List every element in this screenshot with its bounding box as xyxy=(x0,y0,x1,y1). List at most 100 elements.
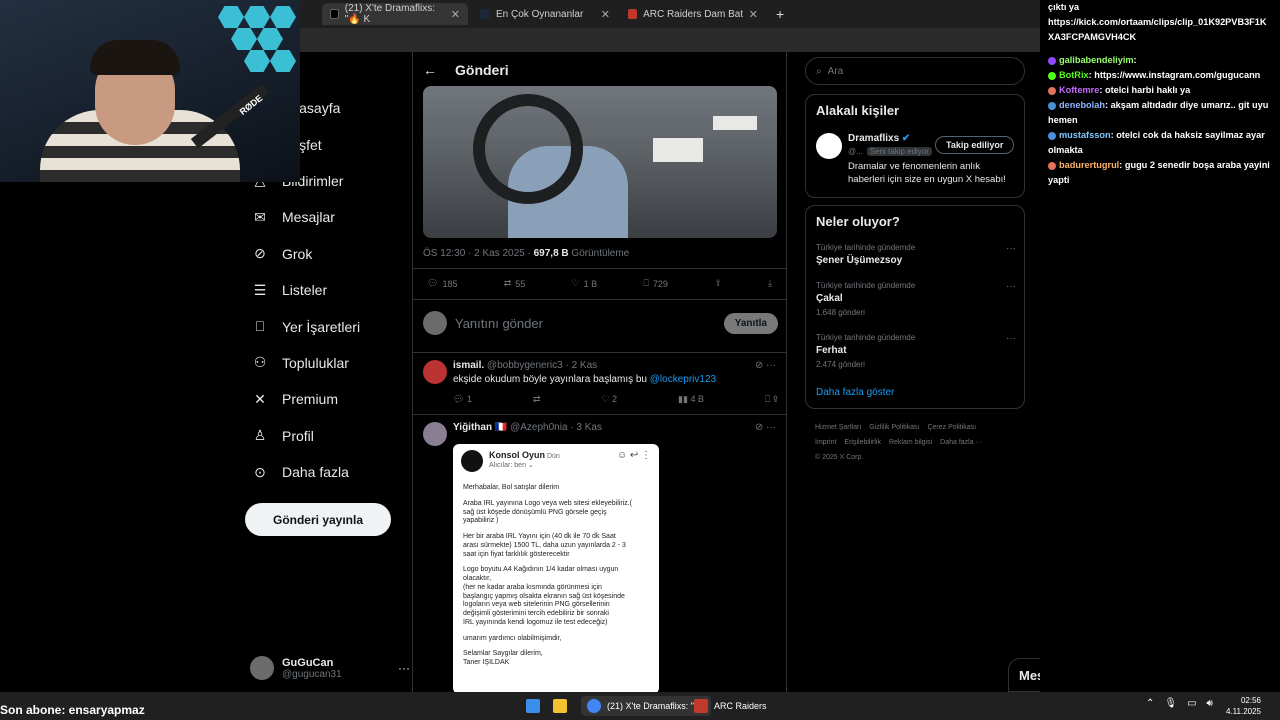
chat-text: çıktı ya xyxy=(1048,2,1080,12)
back-arrow-icon[interactable]: ← xyxy=(423,62,437,78)
streamer-hair xyxy=(90,40,180,75)
close-tab-icon[interactable]: ✕ xyxy=(451,8,460,21)
card-title: Alakalı kişiler xyxy=(816,103,900,118)
following-button[interactable]: Takip ediliyor xyxy=(935,136,1015,154)
start-button[interactable] xyxy=(526,696,540,716)
clock[interactable]: 02:56 4.11.2025 xyxy=(1226,695,1261,717)
reply-menu[interactable]: ⊘ ··· xyxy=(755,422,776,433)
chat-message: https://kick.com/ortaam/clips/clip_01K92… xyxy=(1048,15,1272,45)
like-count: 1 B xyxy=(583,278,598,289)
email-paragraph: umarım yardımcı olabilmişimdir, xyxy=(463,634,562,642)
search-input[interactable]: ⌕ Ara xyxy=(805,57,1025,85)
nav-item-communities[interactable]: ⚇ Topluluklar xyxy=(240,345,410,381)
taskbar-app-chrome[interactable]: (21) X'te Dramaflixs: "🔥 xyxy=(581,696,712,716)
tab-en-cok-oynananlar[interactable]: En Çok Oynananlar ✕ xyxy=(472,3,618,25)
nav-label: Profil xyxy=(282,427,314,444)
chevron-up-icon[interactable]: ⌃ xyxy=(1146,698,1154,709)
windows-icon xyxy=(526,699,540,713)
repost-button[interactable]: ⇄ 55 xyxy=(504,278,526,289)
trend-posts: 1.648 gönderi xyxy=(816,308,865,317)
footer-link[interactable]: Daha fazla ··· xyxy=(940,439,982,446)
close-tab-icon[interactable]: ✕ xyxy=(601,8,610,21)
views-button[interactable]: ▮▮ 4 B xyxy=(678,394,704,405)
show-more-link[interactable]: Daha fazla göster xyxy=(816,387,894,398)
close-tab-icon[interactable]: ✕ xyxy=(749,8,758,21)
x-logo-icon: ✕ xyxy=(254,390,266,407)
repost-button[interactable]: ⇄ xyxy=(533,394,541,405)
follows-you-badge: Seni takip ediyor xyxy=(866,147,932,156)
trends-card: Neler oluyor? Türkiye tarihinde gündemde… xyxy=(805,205,1025,409)
post-button[interactable]: Gönderi yayınla xyxy=(245,503,391,536)
more-icon[interactable]: ··· xyxy=(398,661,410,675)
avatar xyxy=(423,311,447,335)
tab-dramaflixs[interactable]: (21) X'te Dramaflixs: "🔥 K ✕ xyxy=(322,3,468,25)
footer-links: Hizmet Şartları Gizlilik Politikası Çerez … xyxy=(815,420,1020,465)
trend-item[interactable]: Türkiye tarihinde gündemde Çakal 1.648 g… xyxy=(816,281,1016,317)
reply-handle: @bobbygeneric3 · 2 Kas xyxy=(486,360,598,371)
mention-link[interactable]: @lockepriv123 xyxy=(650,374,716,385)
file-explorer-button[interactable] xyxy=(553,696,567,716)
nav-item-grok[interactable]: ⊘ Grok xyxy=(240,236,410,272)
nav-item-lists[interactable]: ☰ Listeler xyxy=(240,272,410,308)
hex-light xyxy=(270,6,296,28)
badge-icon xyxy=(1048,101,1056,110)
trend-item[interactable]: Türkiye tarihinde gündemde Şener Üşümezs… xyxy=(816,243,1016,266)
chat-user: badurertugrul xyxy=(1059,160,1120,170)
date: 4.11.2025 xyxy=(1226,707,1261,716)
reply-body: ekşide okudum böyle yayınlara başlamış b… xyxy=(453,374,650,385)
system-tray[interactable]: ⌃ 🎙︎ ▭ 🔊︎ xyxy=(1146,698,1213,709)
footer-link[interactable]: Gizlilik Politikası xyxy=(869,424,919,431)
nav-item-more[interactable]: ⊙ Daha fazla xyxy=(240,454,410,490)
post-video[interactable] xyxy=(423,86,777,238)
new-tab-button[interactable]: + xyxy=(768,3,788,25)
reply-header: Yiğithan 🇫🇷 @Azeph0nia · 3 Kas xyxy=(453,422,602,433)
reply-input[interactable]: Yanıtını gönder xyxy=(455,316,543,331)
video-scene xyxy=(473,94,583,204)
reply-author[interactable]: ismail. xyxy=(453,360,484,371)
like-button[interactable]: ♡ 1 B xyxy=(572,278,598,289)
avatar[interactable] xyxy=(816,133,842,159)
footer-link[interactable]: Çerez Politikası xyxy=(927,424,976,431)
trend-item[interactable]: Türkiye tarihinde gündemde Ferhat 2.474 … xyxy=(816,333,1016,369)
reply-button[interactable]: 💬︎ 185 xyxy=(427,278,457,289)
reply-text: ekşide okudum böyle yayınlara başlamış b… xyxy=(453,374,716,385)
post-detail-column: ← Gönderi ÖS 12:30 · 2 Kas 2025 · 697,8 … xyxy=(412,52,787,692)
taskbar-app-label: (21) X'te Dramaflixs: "🔥 xyxy=(607,700,706,711)
nav-item-messages[interactable]: ✉ Mesajlar xyxy=(240,199,410,235)
like-button[interactable]: ♡ 2 xyxy=(601,394,617,405)
bookmark-button[interactable]: ⎕ ⇪ xyxy=(765,394,778,405)
x-favicon-icon xyxy=(330,9,339,19)
reply-button[interactable]: 💬︎ 1 xyxy=(453,394,472,405)
nav-item-bookmarks[interactable]: ⎕ Yer İşaretleri xyxy=(240,308,410,344)
reply-author[interactable]: Yiğithan 🇫🇷 xyxy=(453,422,507,433)
footer-link[interactable]: Reklam bilgisi xyxy=(889,439,932,446)
reply-submit-button[interactable]: Yanıtla xyxy=(723,312,778,334)
footer-link[interactable]: Imprint xyxy=(815,439,836,446)
taskbar-app-arc[interactable]: ARC Raiders xyxy=(694,696,767,716)
video-scene xyxy=(653,138,703,162)
bookmark-button[interactable]: ⎕ 729 xyxy=(643,278,667,289)
reply-menu[interactable]: ⊘ ··· xyxy=(755,360,776,371)
post-time[interactable]: ÖS 12:30 · 2 Kas 2025 · xyxy=(423,248,534,259)
nav-item-premium[interactable]: ✕ Premium xyxy=(240,381,410,417)
tab-title: (21) X'te Dramaflixs: "🔥 K xyxy=(344,3,436,25)
footer-link[interactable]: Erişilebilirlik xyxy=(844,439,881,446)
nav-item-profile[interactable]: ♙ Profil xyxy=(240,418,410,454)
share-button[interactable]: ⇪ xyxy=(714,278,722,289)
like-count: 2 xyxy=(612,394,618,404)
tab-arc-raiders[interactable]: ARC Raiders Dam Battlegrounds ✕ xyxy=(620,3,766,25)
account-switcher[interactable]: GuGuCan @gugucan31 ··· xyxy=(250,648,410,688)
download-button[interactable]: ⤓ xyxy=(768,278,772,289)
chat-user: denebolah xyxy=(1059,100,1105,110)
attached-screenshot[interactable]: Konsol Oyun Dün Alıcılar: ben ⌄ ☺ ↩ ⋮ Me… xyxy=(453,444,659,692)
footer-link[interactable]: Hizmet Şartları xyxy=(815,424,861,431)
account-handle: @... Seni takip ediyor xyxy=(848,147,932,156)
email-time: Dün xyxy=(546,453,560,460)
account-name[interactable]: Dramaflixs ✔ xyxy=(848,133,910,144)
bookmark-icon: ⎕ xyxy=(643,278,649,288)
more-icon[interactable]: ··· xyxy=(1006,243,1016,254)
avatar xyxy=(250,656,274,680)
more-icon[interactable]: ··· xyxy=(1006,333,1016,344)
more-icon[interactable]: ··· xyxy=(1006,281,1016,292)
grok-icon: ⊘ xyxy=(254,245,266,262)
